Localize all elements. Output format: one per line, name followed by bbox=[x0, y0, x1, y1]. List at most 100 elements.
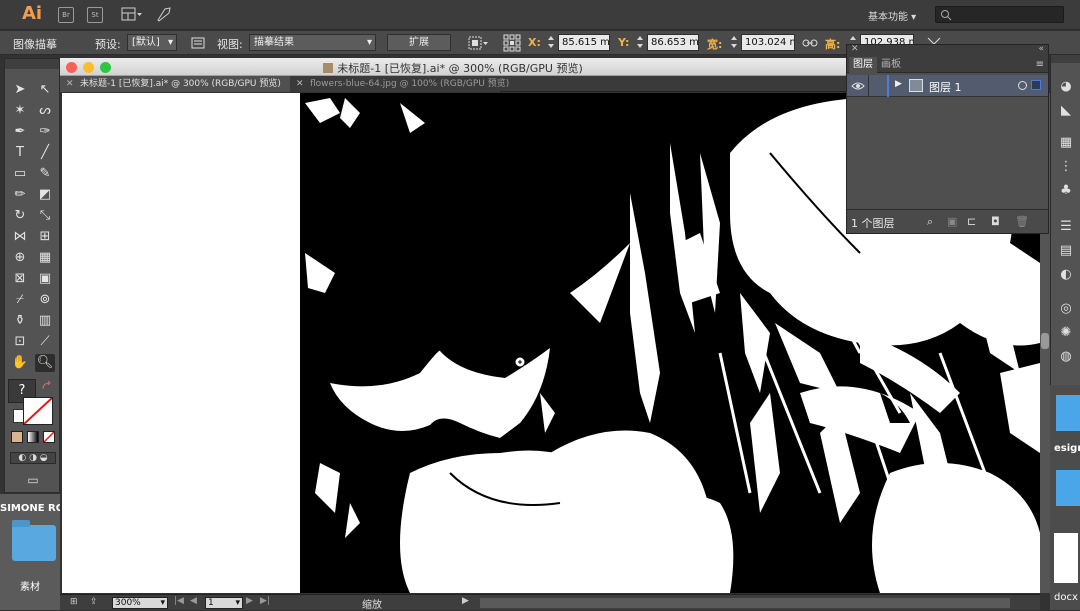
width-stepper[interactable] bbox=[730, 35, 739, 50]
curvature-tool-icon[interactable]: ✑ bbox=[35, 123, 55, 141]
artboard-field[interactable]: 1 ▾ bbox=[205, 597, 243, 609]
none-mode-button[interactable] bbox=[43, 431, 55, 443]
gradient-mode-button[interactable] bbox=[27, 431, 39, 443]
expand-button[interactable]: 扩展 bbox=[387, 34, 451, 51]
bridge-icon[interactable]: Br bbox=[58, 7, 74, 23]
dock-header[interactable] bbox=[1051, 55, 1080, 63]
image-trace-label[interactable]: 图像描摹 bbox=[13, 36, 57, 52]
symbols-panel-icon[interactable]: ♣ bbox=[1058, 183, 1074, 199]
locate-object-icon[interactable]: ⌕ bbox=[927, 215, 933, 229]
width-tool-icon[interactable]: ⋈ bbox=[10, 228, 30, 246]
symbol-sprayer-tool-icon[interactable]: ⚱ bbox=[10, 312, 30, 330]
arrange-documents-icon[interactable] bbox=[121, 7, 143, 22]
rotate-tool-icon[interactable]: ↻ bbox=[10, 207, 30, 225]
status-menu-arrow-icon[interactable]: ▶ bbox=[462, 596, 469, 606]
rectangle-tool-icon[interactable]: ▭ bbox=[10, 165, 30, 183]
slice-tool-icon[interactable]: ⟋ bbox=[35, 333, 55, 351]
color-guide-icon[interactable]: ◣ bbox=[1058, 103, 1074, 119]
direct-selection-tool-icon[interactable]: ↖ bbox=[35, 81, 55, 99]
delete-layer-icon[interactable]: 🗑︎ bbox=[1015, 215, 1029, 228]
preset-dropdown[interactable]: [默认] ▾ bbox=[127, 34, 177, 51]
visibility-eye-icon[interactable] bbox=[851, 80, 865, 92]
mesh-tool-icon[interactable]: ⊠ bbox=[10, 270, 30, 288]
close-tab-icon[interactable]: ✕ bbox=[296, 76, 304, 92]
shape-builder-tool-icon[interactable]: ⊕ bbox=[10, 249, 30, 267]
new-sublayer-icon[interactable]: ⊏ bbox=[967, 215, 976, 228]
swap-colors-icon[interactable] bbox=[40, 380, 56, 391]
type-tool-icon[interactable]: T bbox=[10, 144, 30, 162]
gradient-panel-icon[interactable]: ▤ bbox=[1058, 243, 1074, 259]
blend-tool-icon[interactable]: ⊚ bbox=[35, 291, 55, 309]
tab-layers[interactable]: 图层 bbox=[849, 57, 877, 73]
tab-artboards[interactable]: 画板 bbox=[877, 57, 905, 73]
file-icon[interactable] bbox=[1056, 395, 1080, 431]
zoom-tool-icon[interactable]: 🔍︎ bbox=[35, 354, 55, 372]
document-tab[interactable]: ✕ flowers-blue-64.jpg @ 100% (RGB/GPU 预览) bbox=[290, 76, 509, 92]
view-dropdown[interactable]: 描摹结果 ▾ bbox=[249, 34, 376, 51]
y-field[interactable]: 86.653 m bbox=[647, 34, 699, 51]
panel-menu-icon[interactable]: ≡ bbox=[1036, 59, 1044, 70]
vertical-scrollbar-thumb[interactable] bbox=[1041, 333, 1049, 349]
paintbrush-tool-icon[interactable]: ✎ bbox=[35, 165, 55, 183]
swatches-panel-icon[interactable]: ▦ bbox=[1058, 135, 1074, 151]
gpu-performance-icon[interactable] bbox=[156, 6, 172, 22]
pen-tool-icon[interactable]: ✒ bbox=[10, 123, 30, 141]
target-icon[interactable] bbox=[1018, 81, 1027, 90]
appearance-panel-icon[interactable]: ✺ bbox=[1058, 325, 1074, 341]
workspace-switcher[interactable]: 基本功能 ▾ bbox=[868, 8, 916, 23]
close-tab-icon[interactable]: ✕ bbox=[66, 76, 74, 92]
x-field[interactable]: 85.615 m bbox=[558, 34, 610, 51]
trace-panel-icon[interactable] bbox=[191, 37, 205, 49]
horizontal-scrollbar[interactable] bbox=[480, 598, 1010, 608]
transparency-panel-icon[interactable]: ◐ bbox=[1058, 267, 1074, 283]
previous-artboard-icon[interactable]: ◀ bbox=[190, 596, 197, 606]
line-segment-tool-icon[interactable]: ╱ bbox=[35, 144, 55, 162]
reference-point-icon[interactable] bbox=[503, 34, 521, 52]
document-window-titlebar[interactable]: 未标题-1 [已恢复].ai* @ 300% (RGB/GPU 预览) bbox=[60, 58, 846, 76]
constrain-proportions-icon[interactable] bbox=[802, 37, 818, 49]
layers-panel-header[interactable]: ✕ « bbox=[847, 44, 1048, 57]
folder-icon[interactable] bbox=[12, 520, 56, 561]
screen-mode-icon[interactable]: ▭ bbox=[23, 473, 43, 487]
align-options-icon[interactable] bbox=[468, 36, 490, 50]
close-panel-icon[interactable]: ✕ bbox=[851, 44, 859, 54]
pencil-tool-icon[interactable]: ✏ bbox=[10, 186, 30, 204]
graphic-styles-panel-icon[interactable]: ◍ bbox=[1058, 349, 1074, 365]
layer-row[interactable]: ▶ 图层 1 bbox=[847, 75, 1048, 97]
canvas-pasteboard[interactable] bbox=[62, 93, 300, 593]
new-layer-icon[interactable]: ◘ bbox=[991, 215, 1000, 228]
color-mode-button[interactable] bbox=[11, 431, 23, 443]
expand-layer-icon[interactable]: ▶ bbox=[895, 79, 902, 89]
file-icon[interactable] bbox=[1056, 470, 1080, 506]
width-field[interactable]: 103.024 m bbox=[741, 34, 795, 51]
selection-tool-icon[interactable]: ➤ bbox=[10, 81, 30, 99]
zoom-level-field[interactable]: 300% ▾ bbox=[112, 597, 168, 609]
gradient-tool-icon[interactable]: ▣ bbox=[35, 270, 55, 288]
perspective-grid-tool-icon[interactable]: ▦ bbox=[35, 249, 55, 267]
first-artboard-icon[interactable]: |◀ bbox=[174, 596, 184, 606]
collapse-panel-icon[interactable]: « bbox=[1038, 44, 1044, 54]
selection-indicator[interactable] bbox=[1031, 80, 1041, 90]
brushes-panel-icon[interactable]: ⋮ bbox=[1058, 159, 1074, 175]
artboard-options-icon[interactable]: ⊞ bbox=[70, 597, 86, 609]
artboard-tool-icon[interactable]: ⊡ bbox=[10, 333, 30, 351]
stroke-swatch[interactable] bbox=[23, 397, 53, 425]
stroke-panel-icon[interactable]: ☰ bbox=[1058, 219, 1074, 235]
column-graph-tool-icon[interactable]: ▥ bbox=[35, 312, 55, 330]
x-stepper[interactable] bbox=[547, 35, 556, 50]
stock-icon[interactable]: St bbox=[87, 7, 103, 23]
last-artboard-icon[interactable]: ▶| bbox=[260, 596, 270, 606]
share-icon[interactable]: ⇪ bbox=[90, 597, 106, 609]
color-panel-icon[interactable]: ◕ bbox=[1058, 79, 1074, 95]
layer-name[interactable]: 图层 1 bbox=[929, 79, 962, 95]
eyedropper-tool-icon[interactable]: ⌿ bbox=[10, 291, 30, 309]
hand-tool-icon[interactable]: ✋ bbox=[10, 354, 30, 372]
next-artboard-icon[interactable]: ▶ bbox=[246, 596, 253, 606]
free-transform-tool-icon[interactable]: ⊞ bbox=[35, 228, 55, 246]
drawing-modes-icon[interactable]: ◐ ◑ ◒ bbox=[10, 452, 56, 464]
magic-wand-tool-icon[interactable]: ✶ bbox=[10, 102, 30, 120]
libraries-panel-icon[interactable]: ◎ bbox=[1058, 301, 1074, 317]
lasso-tool-icon[interactable]: ᔕ bbox=[35, 102, 55, 120]
y-stepper[interactable] bbox=[636, 35, 645, 50]
clipping-mask-icon[interactable]: ▣ bbox=[947, 215, 957, 228]
